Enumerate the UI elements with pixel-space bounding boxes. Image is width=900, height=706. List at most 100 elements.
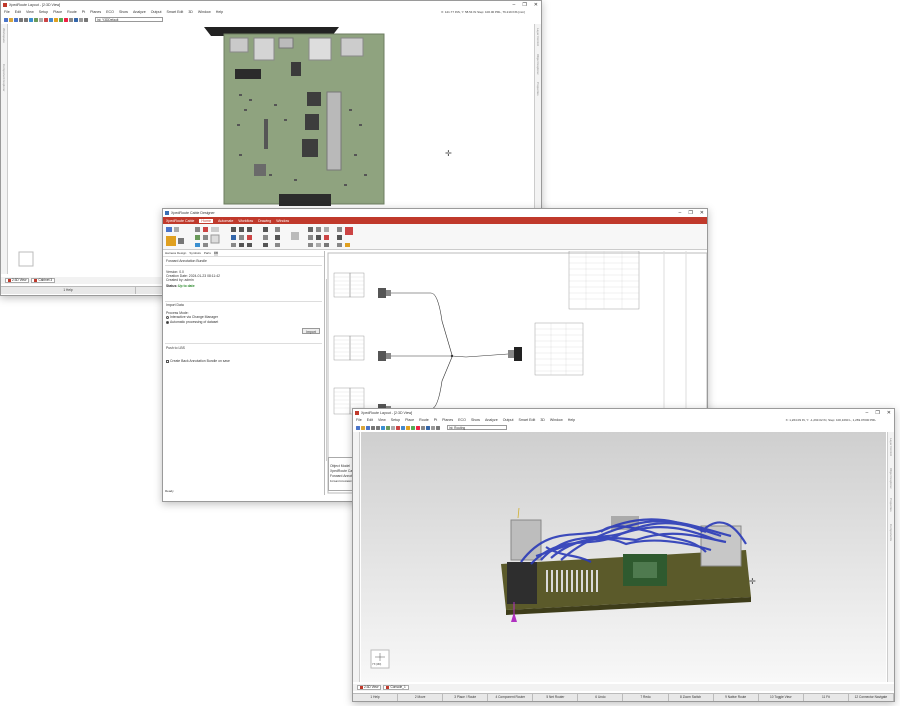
menu-item-place[interactable]: Place	[405, 418, 414, 422]
radio-button[interactable]	[166, 315, 169, 319]
radio-button-checked[interactable]	[166, 320, 169, 324]
place-icon[interactable]	[406, 425, 410, 430]
menu-item-analyze[interactable]: Analyze	[133, 10, 146, 14]
search-icon[interactable]	[436, 425, 440, 430]
menu-item-pt[interactable]: Pt	[434, 418, 437, 422]
menu-item-place[interactable]: Place	[53, 10, 62, 14]
redo-icon[interactable]	[376, 425, 380, 430]
menu-item-smart-edit[interactable]: Smart Edit	[519, 418, 536, 422]
ribbon-tab-workflow[interactable]: Workflow	[238, 219, 253, 223]
layer-control-tab[interactable]: Layer Control	[889, 438, 893, 456]
maximize-icon[interactable]: ❐	[688, 210, 692, 216]
settings-icon[interactable]	[431, 425, 435, 430]
pcb-view-combo[interactable]: Ini: Y3DDefault	[95, 17, 163, 22]
fkey-toggle-view[interactable]: 10 Toggle View	[759, 694, 804, 701]
ribbon-icons[interactable]	[163, 224, 708, 250]
highlight-icon[interactable]	[416, 425, 420, 430]
fkey-place-route[interactable]: 3 Place / Route	[443, 694, 489, 701]
panel-tab-symbols[interactable]: Symbols	[189, 251, 201, 256]
view3d-icon[interactable]	[74, 17, 78, 22]
fkey-connector-navigate[interactable]: 12 Connector Navigate	[849, 694, 894, 701]
menu-item-eco[interactable]: ECO	[458, 418, 466, 422]
checkbox[interactable]	[166, 359, 169, 363]
menu-item-window[interactable]: Window	[198, 10, 211, 14]
maximize-icon[interactable]: ❐	[522, 2, 526, 8]
menu-item-3d[interactable]: 3D	[188, 10, 193, 14]
route-3d-canvas[interactable]: ✛ YX (3D)	[361, 432, 886, 682]
menu-item-output[interactable]: Output	[151, 10, 162, 14]
close-icon[interactable]: ✕	[700, 210, 704, 216]
fkey-net-router[interactable]: 5 Net Router	[533, 694, 579, 701]
ribbon-tab-automate[interactable]: Automate	[218, 219, 233, 223]
menu-item-help[interactable]: Help	[568, 418, 575, 422]
menu-item-3d[interactable]: 3D	[540, 418, 545, 422]
menu-item-file[interactable]: File	[356, 418, 362, 422]
ribbon-tab-home[interactable]: Home	[199, 218, 213, 223]
route-icon[interactable]	[401, 425, 405, 430]
open-icon[interactable]	[361, 425, 365, 430]
layer-icon[interactable]	[396, 425, 400, 430]
ribbon-tab-window[interactable]: Window	[276, 219, 289, 223]
new-icon[interactable]	[4, 17, 8, 22]
save-icon[interactable]	[14, 17, 18, 22]
radio-interactive[interactable]: Interactive via Change Manager	[166, 315, 218, 319]
menu-item-show[interactable]: Show	[471, 418, 480, 422]
select-icon[interactable]	[39, 17, 43, 22]
fkey-component-router[interactable]: 4 Component Router	[488, 694, 534, 701]
fkey-undo[interactable]: 6 Undo	[578, 694, 624, 701]
object-explorer-tab[interactable]: Object Explorer	[889, 468, 893, 489]
new-icon[interactable]	[356, 425, 360, 430]
menu-item-pt[interactable]: Pt	[82, 10, 85, 14]
settings-icon[interactable]	[79, 17, 83, 22]
menu-item-setup[interactable]: Setup	[391, 418, 400, 422]
menu-item-planes[interactable]: Planes	[90, 10, 101, 14]
radio-automatic[interactable]: Automatic processing of dataset	[166, 320, 218, 324]
search-icon[interactable]	[84, 17, 88, 22]
properties-tab[interactable]: Properties	[889, 498, 893, 512]
layer-control-tab[interactable]: Layer Control	[536, 28, 540, 46]
components-tab[interactable]: Components	[889, 524, 893, 541]
fkey-fit[interactable]: 11 Fit	[804, 694, 849, 701]
menu-item-setup[interactable]: Setup	[39, 10, 48, 14]
save-icon[interactable]	[366, 425, 370, 430]
close-icon[interactable]: ✕	[887, 410, 891, 416]
menu-item-eco[interactable]: ECO	[106, 10, 114, 14]
menu-item-planes[interactable]: Planes	[442, 418, 453, 422]
highlight-icon[interactable]	[64, 17, 68, 22]
zoom-icon[interactable]	[381, 425, 385, 430]
menu-item-analyze[interactable]: Analyze	[485, 418, 498, 422]
layer-icon[interactable]	[44, 17, 48, 22]
workspace-tab[interactable]: Workspace	[2, 28, 6, 43]
close-icon[interactable]: ✕	[534, 2, 538, 8]
menu-item-file[interactable]: File	[4, 10, 10, 14]
minimize-icon[interactable]: –	[679, 210, 682, 216]
filter-icon[interactable]	[69, 17, 73, 22]
back-annotation-checkbox-row[interactable]: Create Back Annotation Bundle on save	[166, 359, 230, 363]
redo-icon[interactable]	[24, 17, 28, 22]
ribbon-tab-drawing[interactable]: Drawing	[258, 219, 271, 223]
fkey-zoom-switch[interactable]: 8 Zoom Switch	[669, 694, 714, 701]
maximize-icon[interactable]: ❐	[875, 410, 879, 416]
menu-item-help[interactable]: Help	[216, 10, 223, 14]
panel-tab-harness[interactable]: Harness Design	[165, 251, 186, 256]
menu-item-edit[interactable]: Edit	[15, 10, 21, 14]
undo-icon[interactable]	[371, 425, 375, 430]
open-icon[interactable]	[9, 17, 13, 22]
minimize-icon[interactable]: –	[866, 410, 869, 416]
grid-icon[interactable]	[386, 425, 390, 430]
place-icon[interactable]	[54, 17, 58, 22]
filter-icon[interactable]	[421, 425, 425, 430]
tab-cabinet[interactable]: Cabinet 3	[31, 278, 56, 283]
minimize-icon[interactable]: –	[513, 2, 516, 8]
panel-tab-db[interactable]: DB	[213, 251, 219, 256]
grid-icon[interactable]	[34, 17, 38, 22]
tab-3d-view[interactable]: 2:3D View	[357, 685, 382, 690]
view3d-icon[interactable]	[426, 425, 430, 430]
properties-tab[interactable]: Properties	[536, 82, 540, 96]
menu-item-route[interactable]: Route	[419, 418, 429, 422]
fkey-move[interactable]: 2 Move	[398, 694, 444, 701]
fkey-help[interactable]: 1 Help	[353, 694, 399, 701]
menu-item-view[interactable]: View	[26, 10, 34, 14]
component-explorer-tab[interactable]: Component Explorer	[2, 64, 6, 92]
menu-item-route[interactable]: Route	[67, 10, 77, 14]
